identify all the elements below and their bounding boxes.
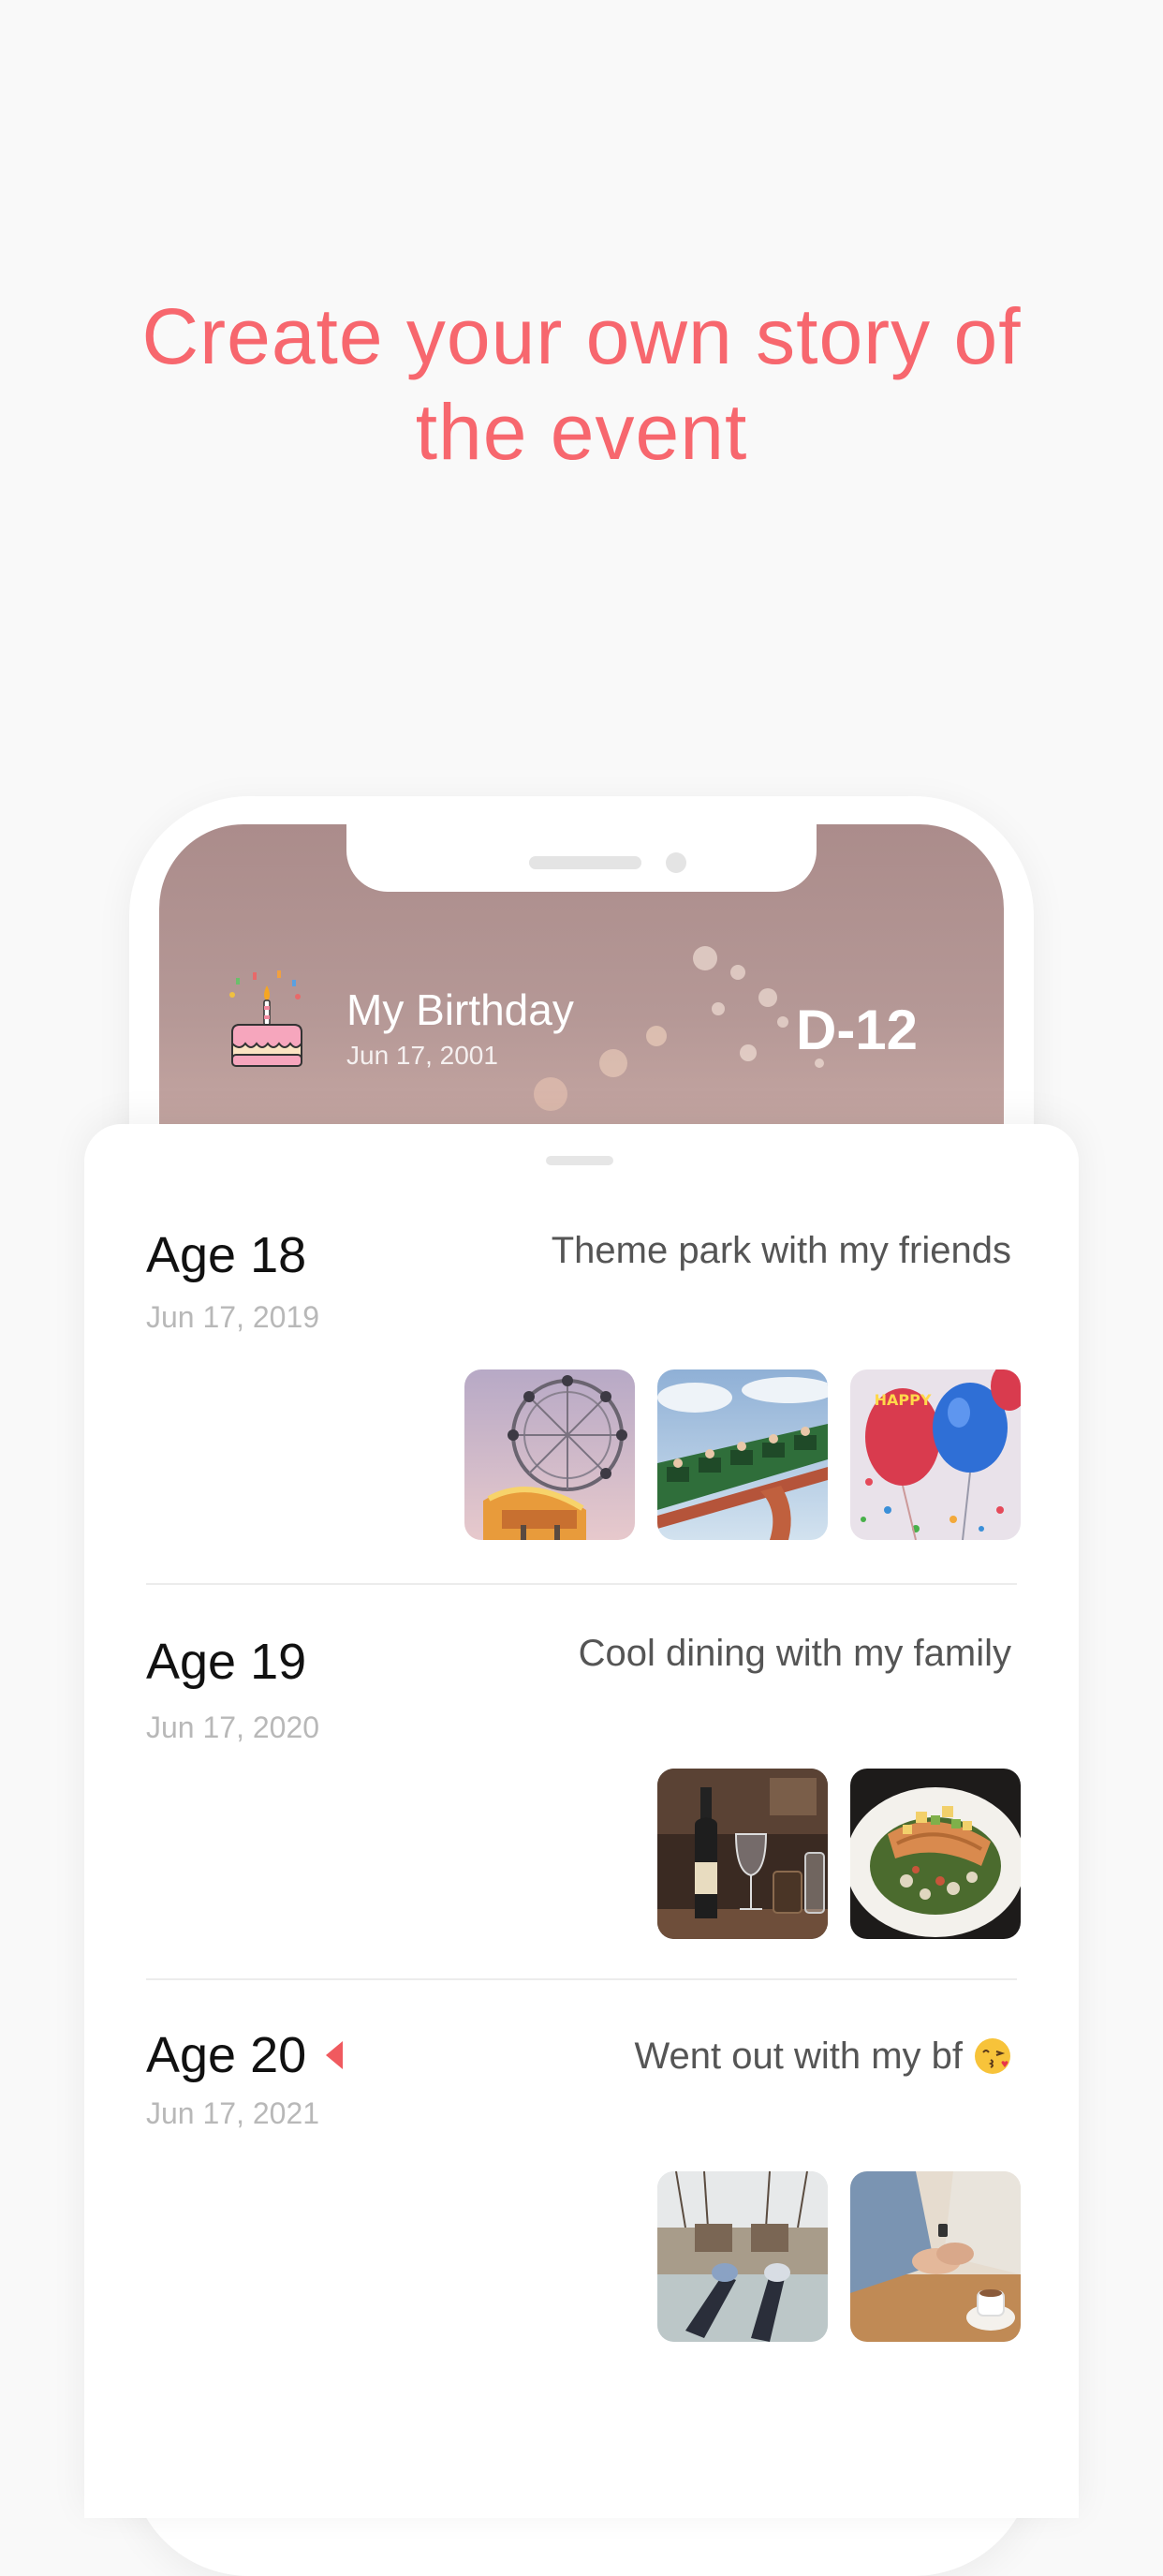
birthday-cake-icon [225,965,309,1077]
dday-counter: D-12 [796,999,919,1061]
couple-holding-hands-photo[interactable] [850,2171,1021,2342]
sheet-drag-handle[interactable] [546,1156,613,1165]
event-title: My Birthday [346,985,574,1034]
event-date: Jun 17, 2001 [346,1041,498,1070]
entry-age: Age 19 [146,1634,307,1690]
phone-speaker [529,856,641,869]
phone-camera [666,852,686,873]
headline-line-1: Create your own story of [141,292,1022,380]
page-headline: Create your own story of the event [0,289,1163,480]
entry-age: Age 18 [146,1227,307,1283]
entry-divider [146,1583,1017,1585]
phone-notch [346,815,817,892]
roller-coaster-photo[interactable] [657,1369,828,1540]
salmon-dish-photo[interactable] [850,1769,1021,1939]
wine-bottle-photo[interactable] [657,1769,828,1939]
entry-age: Age 20 [146,2027,307,2083]
ferris-wheel-photo[interactable] [464,1369,635,1540]
entry-date: Jun 17, 2019 [146,1300,320,1334]
feet-on-table-photo[interactable] [657,2171,828,2342]
headline-line-2: the event [415,388,748,476]
entry-date: Jun 17, 2021 [146,2096,320,2130]
entry-description: Cool dining with my family [578,1633,1011,1674]
kissing-face-emoji [974,2037,1011,2075]
entry-date: Jun 17, 2020 [146,1710,320,1744]
entry-divider [146,1978,1017,1980]
entry-description: Theme park with my friends [551,1230,1011,1271]
birthday-balloons-photo[interactable]: HAPPY [850,1369,1021,1540]
entry-description: Went out with my bf [634,2036,963,2077]
caret-left-icon [326,2041,343,2069]
svg-text:HAPPY: HAPPY [875,1391,932,1409]
